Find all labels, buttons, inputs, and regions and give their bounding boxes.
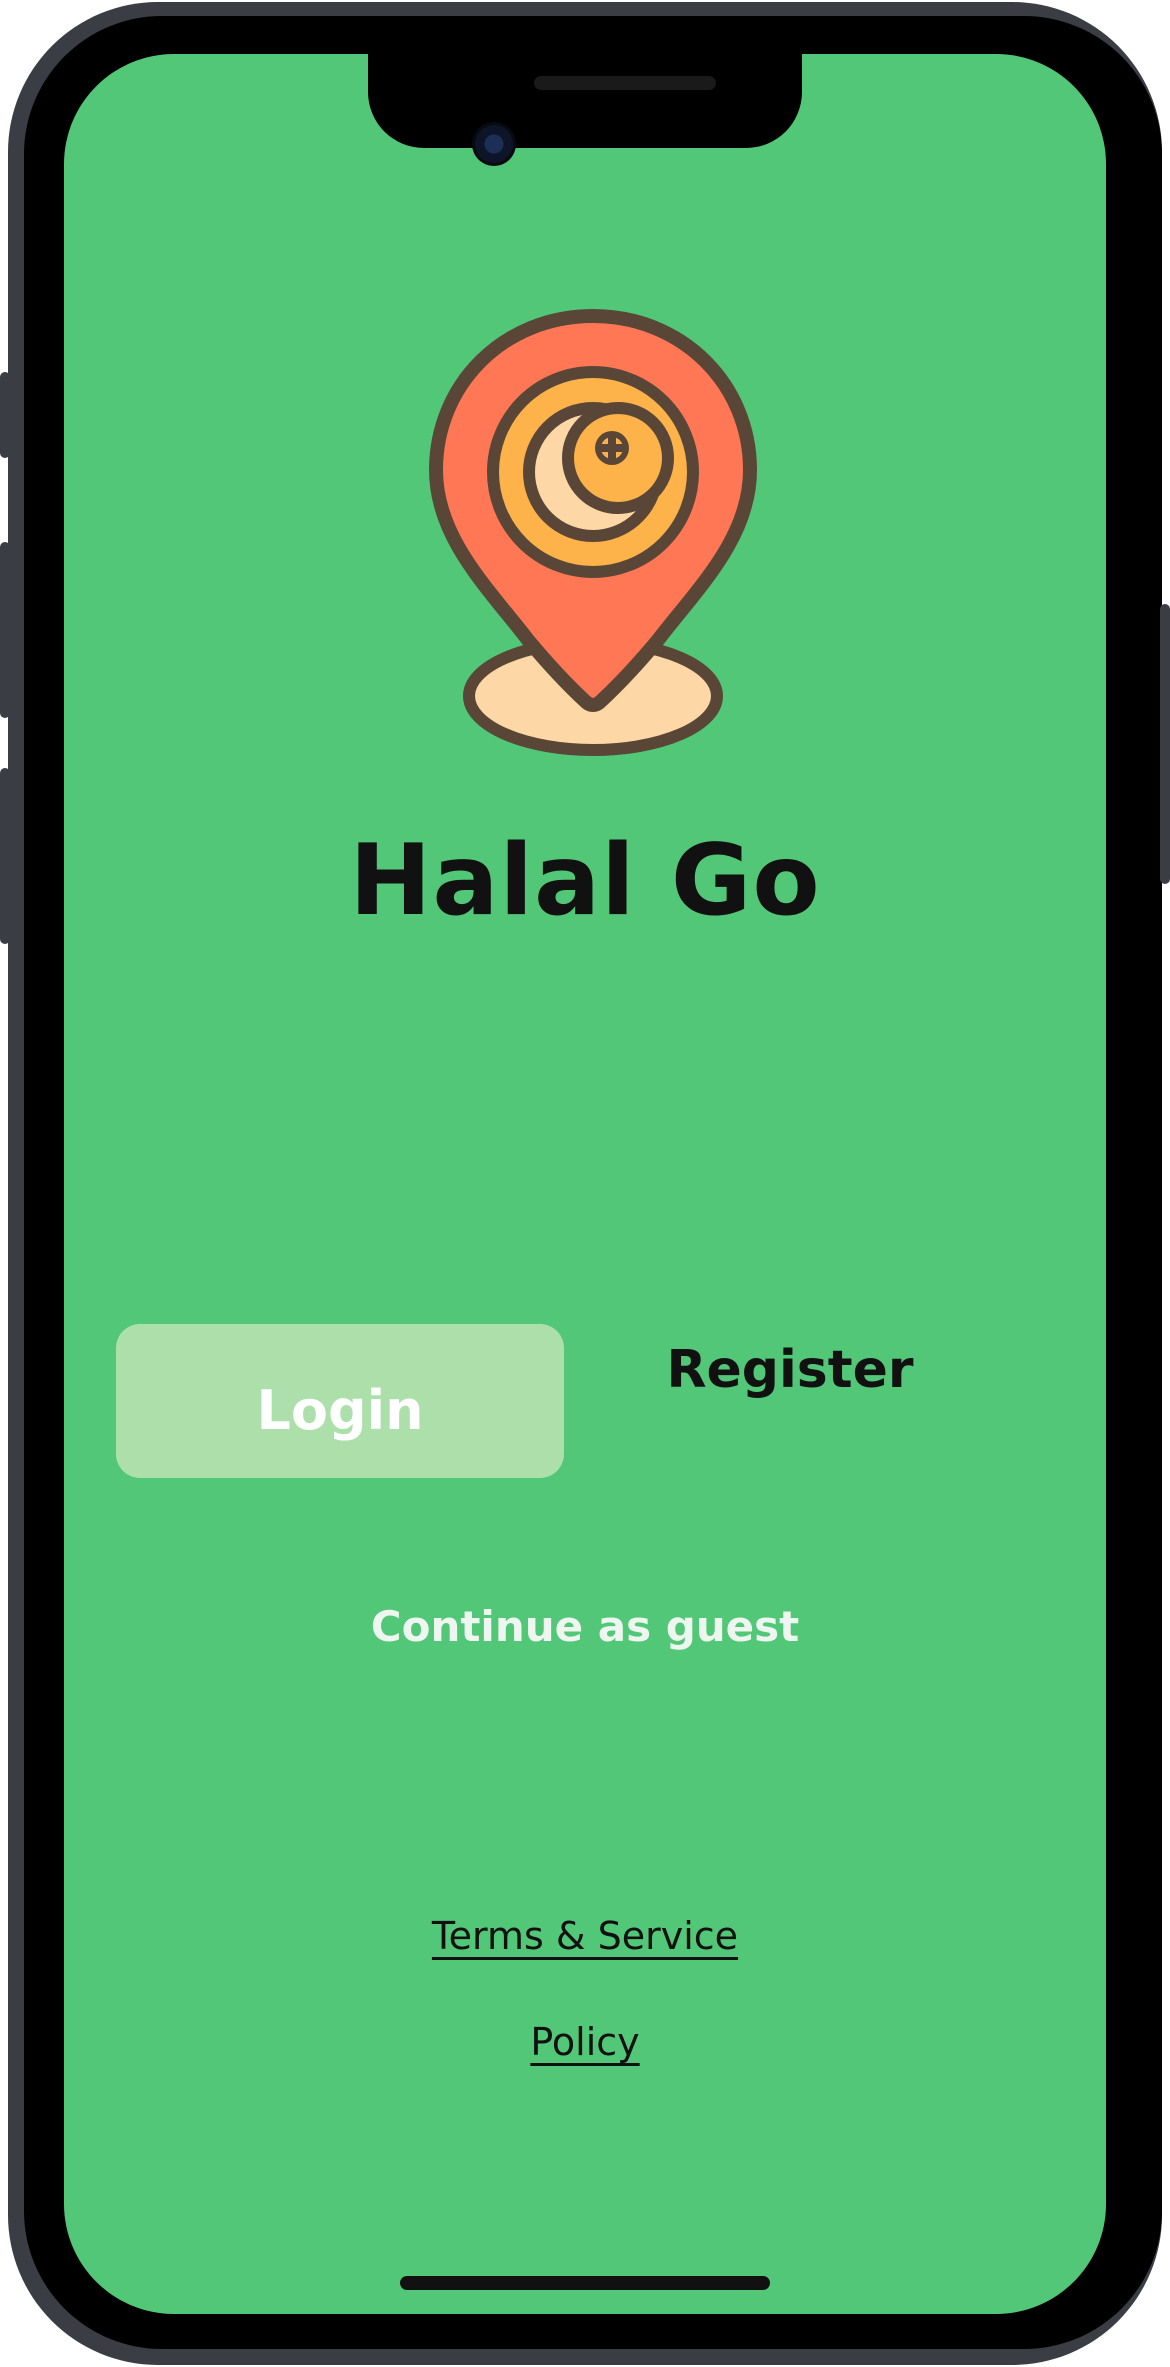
front-camera xyxy=(472,122,516,166)
location-pin-crescent-icon xyxy=(429,309,757,756)
register-button[interactable]: Register xyxy=(630,1340,950,1400)
app-title: Halal Go xyxy=(349,824,821,938)
notch xyxy=(368,54,802,148)
app-screen: Halal Go Login Register Continue as gues… xyxy=(64,54,1106,2314)
continue-as-guest-link[interactable]: Continue as guest xyxy=(64,1602,1106,1651)
phone-volume-down xyxy=(0,768,10,944)
terms-link[interactable]: Terms & Service xyxy=(64,1914,1106,1958)
phone-volume-up xyxy=(0,542,10,718)
speaker-grille xyxy=(534,76,716,90)
phone-power-button xyxy=(1160,604,1170,884)
login-button[interactable]: Login xyxy=(116,1324,564,1478)
home-indicator[interactable] xyxy=(400,2276,770,2290)
star-icon xyxy=(595,431,629,465)
policy-link[interactable]: Policy xyxy=(64,2020,1106,2064)
phone-side-button xyxy=(0,372,10,458)
